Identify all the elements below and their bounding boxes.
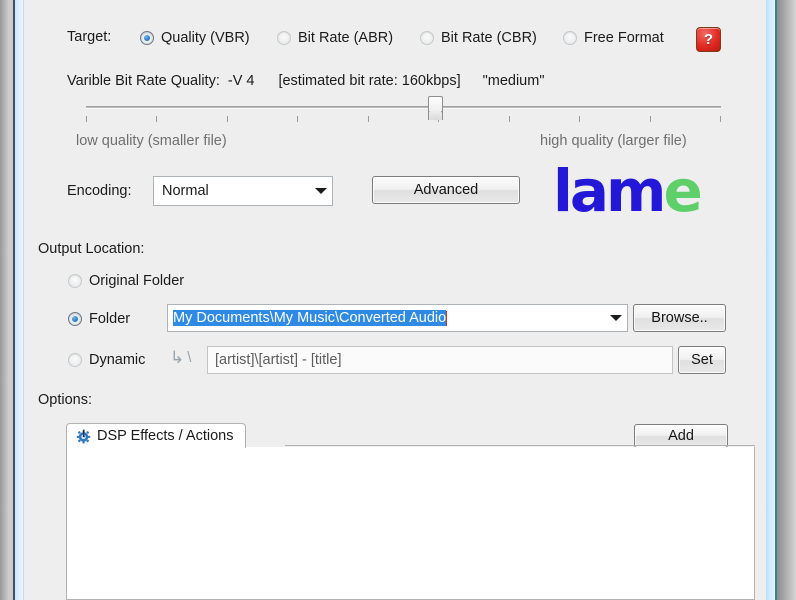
- radio-original-folder-indicator: [68, 274, 82, 288]
- slider-tick: [227, 116, 228, 122]
- gear-icon: [76, 429, 91, 444]
- quality-preset-name: "medium": [482, 73, 545, 89]
- tab-dsp-effects-actions[interactable]: DSP Effects / Actions: [66, 423, 247, 448]
- radio-quality-vbr-indicator: [140, 31, 154, 45]
- settings-client-area: Target: Quality (VBR) Bit Rate (ABR) Bit…: [24, 0, 766, 600]
- dynamic-separator: \: [187, 349, 192, 366]
- dynamic-pattern-field[interactable]: [artist]\[artist] - [title]: [207, 346, 673, 374]
- radio-dynamic[interactable]: Dynamic: [68, 352, 145, 368]
- vbr-quality-label: Varible Bit Rate Quality:: [67, 73, 220, 89]
- hook-arrow-icon: ↳: [170, 348, 185, 367]
- slider-high-label: high quality (larger file): [540, 133, 687, 149]
- output-folder-value: My Documents\My Music\Converted Audio: [173, 310, 447, 326]
- target-label: Target:: [67, 29, 112, 45]
- dynamic-path-prefix: ↳ \: [170, 349, 196, 366]
- help-icon[interactable]: ?: [696, 27, 721, 52]
- set-button[interactable]: Set: [678, 346, 726, 374]
- slider-tick: [579, 116, 580, 122]
- output-folder-combobox[interactable]: My Documents\My Music\Converted Audio: [167, 304, 628, 332]
- slider-tick: [720, 116, 721, 122]
- radio-bitrate-abr-indicator: [277, 31, 291, 45]
- estimated-bitrate: [estimated bit rate: 160kbps]: [278, 73, 461, 89]
- radio-folder-label: Folder: [89, 311, 131, 327]
- slider-tick: [650, 116, 651, 122]
- quality-slider[interactable]: [86, 92, 721, 130]
- window-right-shadow: [777, 0, 796, 600]
- slider-low-label: low quality (smaller file): [76, 133, 227, 149]
- slider-tick: [368, 116, 369, 122]
- radio-free-format-indicator: [563, 31, 577, 45]
- slider-tick: [509, 116, 510, 122]
- lame-logo: lame: [553, 162, 713, 220]
- vbr-quality-value: -V 4: [227, 73, 255, 89]
- radio-free-format[interactable]: Free Format: [563, 30, 664, 46]
- window-left-border: [15, 0, 23, 600]
- radio-quality-vbr-label: Quality (VBR): [161, 30, 250, 46]
- dsp-effects-list[interactable]: [66, 447, 755, 600]
- radio-dynamic-indicator: [68, 353, 82, 367]
- radio-quality-vbr[interactable]: Quality (VBR): [140, 30, 250, 46]
- tab-dsp-effects-actions-label: DSP Effects / Actions: [97, 428, 234, 444]
- options-tabstrip: DSP Effects / Actions: [66, 423, 755, 448]
- lame-logo-part1: lam: [553, 157, 666, 225]
- chevron-down-icon[interactable]: [310, 188, 332, 194]
- text-cursor: [446, 310, 448, 326]
- encoding-combobox[interactable]: Normal: [153, 176, 333, 206]
- vbr-quality-row: Varible Bit Rate Quality: -V 4 [estimate…: [67, 73, 544, 89]
- output-folder-chevron-down-icon[interactable]: [605, 315, 627, 321]
- options-heading: Options:: [38, 392, 92, 408]
- radio-folder[interactable]: Folder: [68, 311, 130, 327]
- radio-original-folder-label: Original Folder: [89, 273, 185, 289]
- advanced-button[interactable]: Advanced: [372, 176, 520, 204]
- radio-bitrate-cbr-label: Bit Rate (CBR): [441, 30, 537, 46]
- window-left-shadow: [0, 0, 13, 600]
- radio-bitrate-abr[interactable]: Bit Rate (ABR): [277, 30, 393, 46]
- quality-slider-thumb[interactable]: [428, 96, 444, 120]
- window-right-border: [766, 0, 775, 600]
- radio-bitrate-cbr-indicator: [420, 31, 434, 45]
- lame-encoder-settings-window: Target: Quality (VBR) Bit Rate (ABR) Bit…: [0, 0, 796, 600]
- radio-free-format-label: Free Format: [584, 30, 664, 46]
- encoding-combobox-value: Normal: [162, 183, 209, 199]
- browse-button[interactable]: Browse..: [633, 304, 726, 332]
- encoding-label: Encoding:: [67, 183, 132, 199]
- target-row: Target:: [67, 29, 111, 45]
- slider-tick: [156, 116, 157, 122]
- output-folder-input-wrap[interactable]: My Documents\My Music\Converted Audio: [168, 310, 605, 326]
- radio-bitrate-cbr[interactable]: Bit Rate (CBR): [420, 30, 537, 46]
- dynamic-pattern-value: [artist]\[artist] - [title]: [215, 352, 342, 368]
- quality-slider-ticks: [86, 116, 721, 123]
- output-location-heading: Output Location:: [38, 241, 145, 257]
- radio-dynamic-label: Dynamic: [89, 352, 146, 368]
- slider-tick: [86, 116, 87, 122]
- radio-folder-indicator: [68, 312, 82, 326]
- radio-bitrate-abr-label: Bit Rate (ABR): [298, 30, 394, 46]
- radio-original-folder[interactable]: Original Folder: [68, 273, 184, 289]
- lame-logo-part2: e: [663, 157, 702, 225]
- slider-tick: [297, 116, 298, 122]
- quality-slider-track[interactable]: [86, 106, 721, 109]
